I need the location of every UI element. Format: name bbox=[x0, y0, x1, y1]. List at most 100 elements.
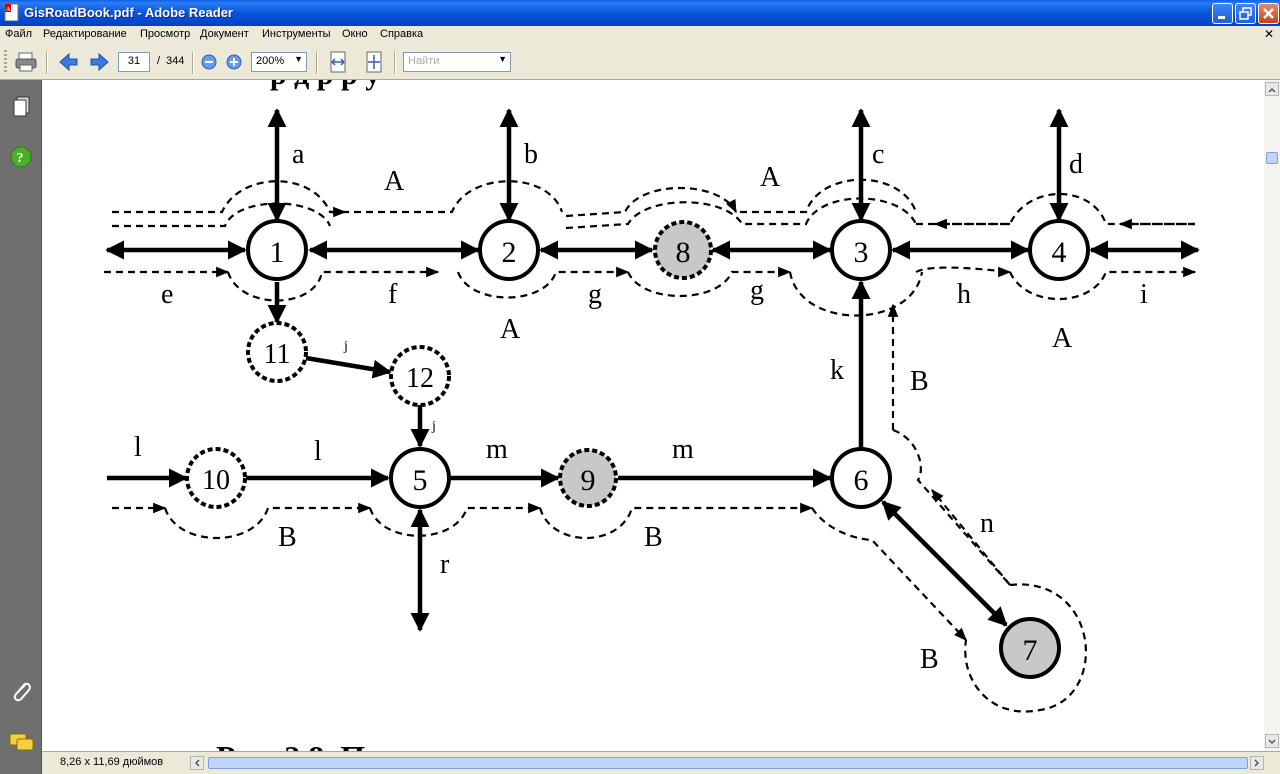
scroll-up-button[interactable] bbox=[1265, 82, 1279, 96]
fit-page-icon[interactable] bbox=[364, 51, 384, 73]
fit-width-icon[interactable] bbox=[328, 51, 348, 73]
menu-tools[interactable]: Инструменты bbox=[262, 28, 331, 40]
svg-text:?: ? bbox=[17, 151, 24, 166]
label-B2: B bbox=[278, 522, 297, 553]
pages-icon[interactable] bbox=[12, 96, 32, 118]
label-B4: B bbox=[920, 644, 939, 675]
toolbar-separator bbox=[46, 52, 48, 74]
node-4: 4 bbox=[1028, 219, 1090, 281]
close-icon bbox=[1263, 8, 1274, 19]
node-10: 10 bbox=[185, 447, 247, 509]
chevron-down-icon bbox=[1268, 739, 1276, 745]
label-g-2: g bbox=[750, 275, 764, 306]
close-document-icon[interactable]: ✕ bbox=[1264, 27, 1274, 41]
label-k: k bbox=[830, 355, 844, 386]
cut-text-top: р д р р у bbox=[270, 80, 380, 91]
search-input[interactable]: Найти ▼ bbox=[403, 52, 511, 72]
label-a: a bbox=[292, 139, 305, 170]
scroll-down-button[interactable] bbox=[1265, 734, 1279, 748]
scroll-left-button[interactable] bbox=[190, 756, 204, 770]
chevron-down-icon: ▼ bbox=[294, 54, 303, 64]
zoom-select[interactable]: 200% ▼ bbox=[251, 52, 307, 72]
label-m-1: m bbox=[486, 434, 508, 465]
next-page-icon[interactable] bbox=[88, 52, 110, 72]
label-b: b bbox=[524, 139, 538, 170]
zoom-in-icon[interactable] bbox=[226, 54, 242, 70]
label-j-2: j bbox=[431, 419, 436, 434]
menu-view[interactable]: Просмотр bbox=[140, 28, 190, 40]
svg-text:6: 6 bbox=[854, 464, 869, 497]
restore-icon bbox=[1239, 7, 1252, 20]
svg-text:1: 1 bbox=[270, 236, 285, 269]
svg-text:9: 9 bbox=[581, 464, 596, 497]
svg-text:3: 3 bbox=[854, 236, 869, 269]
previous-page-icon[interactable] bbox=[58, 52, 80, 72]
minimize-button[interactable] bbox=[1212, 3, 1233, 24]
label-e: e bbox=[161, 279, 173, 310]
status-bar: 8,26 x 11,69 дюймов bbox=[42, 751, 1280, 774]
document-view[interactable]: р д р р у bbox=[42, 80, 1264, 751]
scroll-right-button[interactable] bbox=[1250, 756, 1264, 770]
svg-text:8: 8 bbox=[676, 236, 691, 269]
scroll-thumb[interactable] bbox=[1266, 152, 1278, 164]
zoom-value: 200% bbox=[256, 55, 285, 67]
svg-text:2: 2 bbox=[502, 236, 517, 269]
maximize-button[interactable] bbox=[1235, 3, 1256, 24]
comments-icon[interactable] bbox=[9, 732, 35, 754]
label-d: d bbox=[1069, 149, 1083, 180]
label-l-1: l bbox=[134, 432, 142, 463]
print-icon[interactable] bbox=[14, 51, 38, 73]
node-3: 3 bbox=[830, 219, 892, 281]
svg-text:10: 10 bbox=[202, 465, 230, 496]
search-placeholder: Найти bbox=[408, 55, 440, 67]
zoom-out-icon[interactable] bbox=[201, 54, 217, 70]
node-5: 5 bbox=[389, 447, 451, 509]
chevron-up-icon bbox=[1268, 87, 1276, 93]
node-9: 9 bbox=[558, 448, 618, 508]
label-A1: A bbox=[384, 166, 405, 197]
figure-caption: Рис. 2.8. П bbox=[216, 739, 365, 751]
title-bar: A GisRoadBook.pdf - Adobe Reader bbox=[0, 0, 1280, 26]
toolbar: 31 / 344 200% ▼ Найти ▼ bbox=[0, 44, 1280, 80]
node-1: 1 bbox=[246, 219, 308, 281]
svg-text:12: 12 bbox=[406, 363, 434, 394]
horizontal-scroll-thumb[interactable] bbox=[208, 757, 1248, 769]
menu-document[interactable]: Документ bbox=[200, 28, 249, 40]
edge-labels: a b c d A A e f g g h i A A j j k B l l … bbox=[134, 139, 1148, 675]
label-l-2: l bbox=[314, 436, 322, 467]
label-A4: A bbox=[1052, 323, 1073, 354]
toolbar-separator bbox=[394, 52, 396, 74]
menu-file[interactable]: Файл bbox=[5, 28, 32, 40]
window-title: GisRoadBook.pdf - Adobe Reader bbox=[24, 5, 233, 20]
label-r: r bbox=[440, 549, 450, 580]
menu-edit[interactable]: Редактирование bbox=[43, 28, 127, 40]
node-7: 7 bbox=[999, 617, 1061, 679]
label-i: i bbox=[1140, 279, 1148, 310]
svg-text:5: 5 bbox=[413, 464, 428, 497]
chevron-right-icon bbox=[1254, 759, 1260, 767]
toolbar-grip[interactable] bbox=[4, 50, 7, 74]
chevron-down-icon[interactable]: ▼ bbox=[498, 54, 507, 64]
attachment-icon[interactable] bbox=[10, 680, 32, 704]
diagram-page: р д р р у bbox=[104, 80, 1200, 751]
svg-text:A: A bbox=[6, 7, 11, 13]
close-button[interactable] bbox=[1258, 3, 1279, 24]
vertical-scrollbar[interactable] bbox=[1264, 80, 1280, 751]
page-total: 344 bbox=[166, 55, 185, 67]
page-number-field[interactable]: 31 bbox=[118, 52, 150, 72]
label-B3: B bbox=[644, 522, 663, 553]
label-B1: B bbox=[910, 366, 929, 397]
label-n: n bbox=[980, 508, 994, 539]
pdf-file-icon: A bbox=[4, 4, 19, 21]
node-8: 8 bbox=[653, 220, 713, 280]
menu-help[interactable]: Справка bbox=[380, 28, 423, 40]
label-h: h bbox=[957, 279, 971, 310]
minimize-icon bbox=[1218, 16, 1225, 19]
menu-window[interactable]: Окно bbox=[342, 28, 368, 40]
help-icon[interactable]: ? bbox=[10, 146, 32, 168]
menu-bar: Файл Редактирование Просмотр Документ Ин… bbox=[0, 26, 1280, 44]
label-f: f bbox=[388, 279, 398, 310]
svg-text:4: 4 bbox=[1052, 236, 1067, 269]
toolbar-separator bbox=[192, 52, 194, 74]
navigation-panel: ? bbox=[0, 80, 42, 774]
